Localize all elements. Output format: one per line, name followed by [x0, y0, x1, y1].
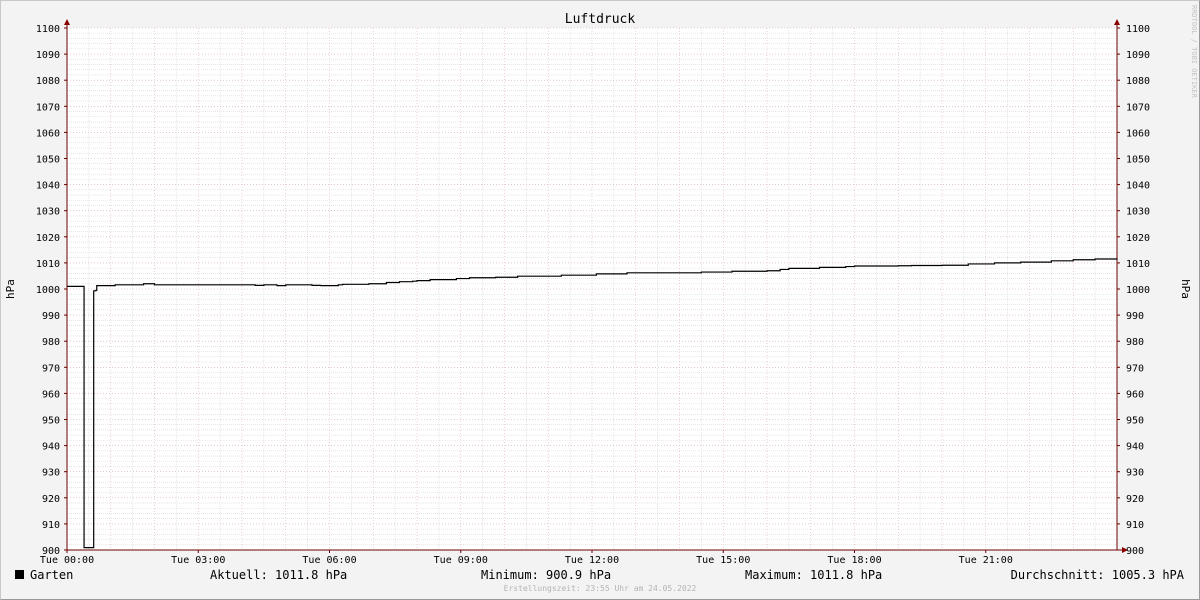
y-tick-label-right: 910 [1126, 520, 1144, 531]
footer-timestamp: Erstellungszeit: 23:55 Uhr am 24.05.2022 [503, 584, 697, 593]
legend-maximum: Maximum: 1011.8 hPa [745, 568, 883, 582]
y-tick-label: 1060 [36, 128, 60, 139]
y-tick-label-right: 1050 [1126, 155, 1150, 166]
y-tick-label: 970 [42, 363, 60, 374]
y-tick-label: 930 [42, 468, 60, 479]
y-tick-label: 920 [42, 494, 60, 505]
y-axis-ticks-right: 900 910 920 930 940 950 960 970 980 990 1000 1010 10… [1117, 24, 1150, 557]
y-tick-label: 960 [42, 389, 60, 400]
y-tick-label-right: 1000 [1126, 285, 1150, 296]
x-tick-label: Tue 18:00 [827, 555, 881, 566]
y-tick-label: 1100 [36, 24, 60, 35]
y-tick-label: 1080 [36, 76, 60, 87]
y-tick-label: 1030 [36, 207, 60, 218]
legend-series-name: Garten [30, 568, 74, 582]
legend-average: Durchschnitt: 1005.3 hPA [1010, 568, 1184, 582]
x-tick-label: Tue 00:00 [40, 555, 94, 566]
y-tick-label: 910 [42, 520, 60, 531]
y-tick-label-right: 1010 [1126, 259, 1150, 270]
y-tick-label: 950 [42, 416, 60, 427]
y-tick-label: 1020 [36, 233, 60, 244]
y-tick-label: 1000 [36, 285, 60, 296]
y-tick-label: 1070 [36, 102, 60, 113]
y-tick-label-right: 930 [1126, 468, 1144, 479]
legend-current: Aktuell: 1011.8 hPa [210, 568, 348, 582]
y-tick-label-right: 980 [1126, 337, 1144, 348]
x-tick-label: Tue 06:00 [302, 555, 356, 566]
y-tick-label-right: 1060 [1126, 128, 1150, 139]
y-tick-label-right: 1080 [1126, 76, 1150, 87]
y-tick-label: 1040 [36, 181, 60, 192]
y-axis-label-right: hPa [1179, 279, 1192, 299]
y-tick-label-right: 940 [1126, 442, 1144, 453]
x-tick-label: Tue 15:00 [696, 555, 750, 566]
y-tick-label: 1090 [36, 50, 60, 61]
chart-title: Luftdruck [565, 12, 636, 27]
x-tick-label: Tue 03:00 [171, 555, 225, 566]
y-tick-label-right: 1020 [1126, 233, 1150, 244]
chart-canvas: 900 910 920 930 940 950 960 970 980 990 1000 1010 10… [4, 12, 1192, 566]
y-tick-label-right: 1070 [1126, 102, 1150, 113]
y-axis-ticks-left: 9009109209309409509609709809901000101010… [36, 24, 67, 557]
y-tick-label-right: 990 [1126, 311, 1144, 322]
y-tick-label-right: 1040 [1126, 181, 1150, 192]
y-tick-label: 940 [42, 442, 60, 453]
y-tick-label: 1050 [36, 155, 60, 166]
y-tick-label: 1010 [36, 259, 60, 270]
x-tick-label: Tue 12:00 [565, 555, 619, 566]
x-axis-ticks: Tue 00:00 Tue 03:00 Tue 06:00 Tue 09:00 Tue … [40, 550, 1013, 566]
y-tick-label-right: 900 [1126, 546, 1144, 557]
y-tick-label: 990 [42, 311, 60, 322]
y-axis-arrow-right [1114, 19, 1120, 25]
y-tick-label-right: 920 [1126, 494, 1144, 505]
y-tick-label-right: 950 [1126, 416, 1144, 427]
y-tick-label-right: 970 [1126, 363, 1144, 374]
y-axis-label: hPa [4, 279, 17, 299]
y-tick-label-right: 1090 [1126, 50, 1150, 61]
x-tick-label: Tue 09:00 [434, 555, 488, 566]
legend-minimum: Minimum: 900.9 hPa [481, 568, 612, 582]
watermark: RRDTOOL / TOBI OETIKER [1190, 5, 1198, 98]
x-tick-label: Tue 21:00 [959, 555, 1013, 566]
y-tick-label: 980 [42, 337, 60, 348]
y-tick-label-right: 960 [1126, 389, 1144, 400]
y-axis-arrow-left [64, 19, 70, 25]
legend-swatch [15, 570, 24, 579]
y-tick-label-right: 1100 [1126, 24, 1150, 35]
y-tick-label-right: 1030 [1126, 207, 1150, 218]
